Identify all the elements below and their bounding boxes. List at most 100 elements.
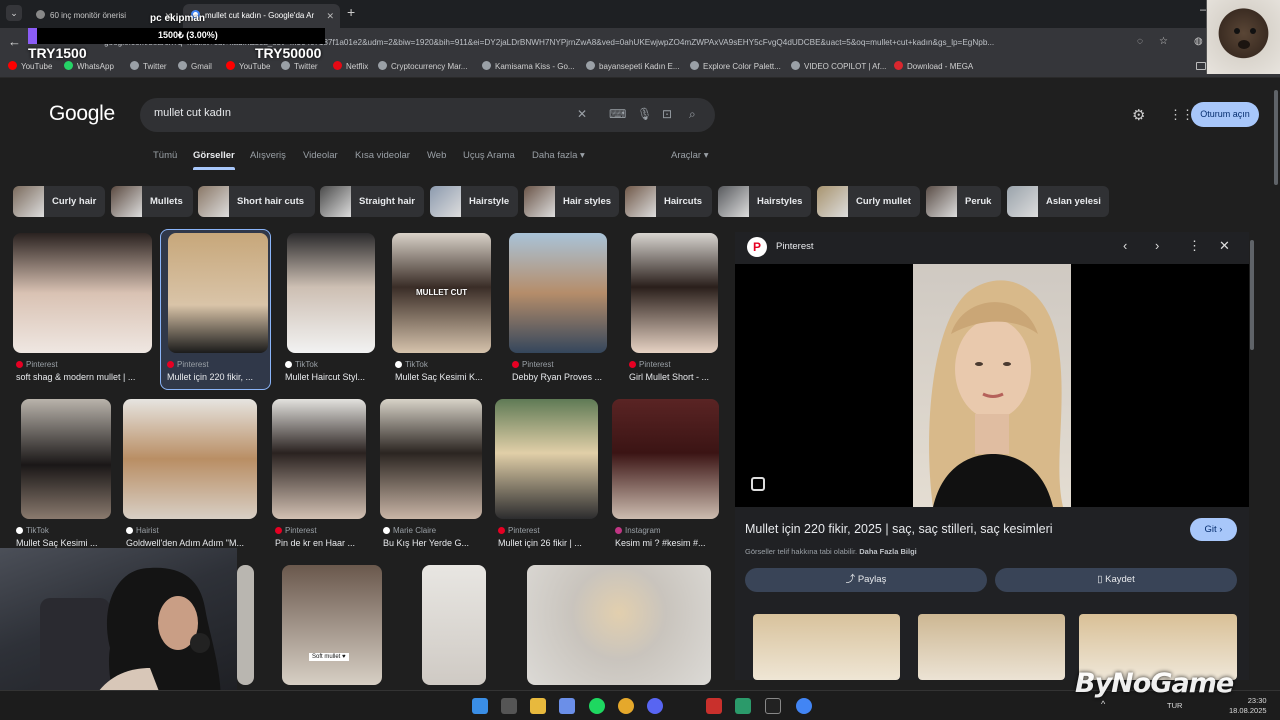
tab-web[interactable]: Web	[427, 150, 446, 161]
related-search-chip[interactable]: Aslan yelesi	[1007, 186, 1109, 217]
copilot-icon[interactable]	[559, 698, 575, 714]
visit-button[interactable]: Git ›	[1190, 518, 1237, 541]
search-input[interactable]: mullet cut kadın	[154, 107, 231, 119]
preview-title[interactable]: Mullet için 220 fikir, 2025 | saç, saç s…	[745, 522, 1053, 536]
eye-off-icon[interactable]: ◌	[1137, 36, 1143, 47]
related-search-chip[interactable]: Straight hair	[320, 186, 424, 217]
close-tab-icon[interactable]: ✕	[326, 4, 334, 28]
system-tray-chevron-icon[interactable]: ^	[1101, 699, 1105, 709]
tools-button[interactable]: Araçlar ▾	[671, 150, 709, 161]
bookmark-item[interactable]: Kamisama Kiss - Go...	[482, 60, 575, 74]
tab-flights[interactable]: Uçuş Arama	[463, 150, 515, 161]
result-thumbnail[interactable]	[612, 399, 719, 519]
bookmark-item[interactable]: VIDEO COPILOT | Af...	[791, 60, 886, 74]
related-search-chip[interactable]: Haircuts	[625, 186, 712, 217]
bookmark-item[interactable]: Gmail	[178, 60, 212, 74]
result-image[interactable]	[237, 565, 254, 685]
chrome-icon[interactable]	[618, 698, 634, 714]
tab-list-button[interactable]: ⌄	[6, 5, 22, 21]
result-caption[interactable]: Goldwell'den Adım Adım "M...	[126, 538, 262, 548]
keyboard-icon[interactable]: ⌨	[609, 107, 626, 121]
image-result[interactable]: Hairist Goldwell'den Adım Adım "M...	[123, 399, 263, 554]
close-icon[interactable]: ✕	[1219, 238, 1230, 254]
share-button[interactable]: ⤴ Paylaş	[745, 568, 987, 592]
bookmark-item[interactable]: Explore Color Palett...	[690, 60, 781, 74]
app-icon[interactable]	[735, 698, 751, 714]
related-search-chip[interactable]: Mullets	[111, 186, 193, 217]
related-search-chip[interactable]: Hairstyles	[718, 186, 811, 217]
page-scrollbar[interactable]	[1274, 90, 1278, 185]
related-search-chip[interactable]: Hairstyle	[430, 186, 518, 217]
tab-more[interactable]: Daha fazla ▾	[532, 150, 585, 161]
related-search-chip[interactable]: Hair styles	[524, 186, 619, 217]
preview-source[interactable]: Pinterest	[776, 241, 814, 252]
image-result[interactable]: Instagram Kesim mi ? #kesim #...	[612, 399, 752, 554]
back-arrow-icon[interactable]: ←	[8, 34, 21, 49]
chrome-active-icon[interactable]	[796, 698, 812, 714]
app-icon[interactable]	[706, 698, 722, 714]
google-logo[interactable]: Google	[49, 102, 115, 126]
folder-icon[interactable]	[1196, 62, 1206, 70]
result-thumbnail[interactable]	[123, 399, 257, 519]
file-explorer-icon[interactable]	[530, 698, 546, 714]
result-thumbnail[interactable]	[380, 399, 482, 519]
new-tab-button[interactable]: +	[347, 4, 355, 20]
related-search-chip[interactable]: Curly mullet	[817, 186, 920, 217]
bookmark-item[interactable]: YouTube	[226, 60, 270, 74]
preview-image[interactable]	[735, 264, 1249, 507]
result-thumbnail[interactable]	[168, 233, 268, 353]
bookmark-star-icon[interactable]: ☆	[1159, 36, 1168, 47]
related-image[interactable]	[918, 614, 1065, 680]
bookmark-item[interactable]: Netflix	[333, 60, 368, 74]
related-search-chip[interactable]: Peruk	[926, 186, 1001, 217]
obs-icon[interactable]	[765, 698, 781, 714]
microphone-icon[interactable]: 🎙	[637, 107, 652, 121]
clock[interactable]: 23:30 18.08.2025	[1229, 696, 1267, 716]
tab-videos[interactable]: Videolar	[303, 150, 338, 161]
bookmark-item[interactable]: bayansepeti Kadın E...	[586, 60, 680, 74]
result-caption[interactable]: soft shag & modern mullet | ...	[16, 372, 152, 382]
save-button[interactable]: ▯ Kaydet	[995, 568, 1237, 592]
bookmark-item[interactable]: Twitter	[281, 60, 318, 74]
tab-google-search[interactable]: mullet cut kadın - Google'da Ar ✕	[183, 4, 340, 28]
bookmark-item[interactable]: YouTube	[8, 60, 52, 74]
bookmark-item[interactable]: Twitter	[130, 60, 167, 74]
visual-search-icon[interactable]	[751, 477, 765, 491]
image-result[interactable]: Pinterest soft shag & modern mullet | ...	[13, 233, 153, 388]
search-box[interactable]: mullet cut kadın ✕ ⌨ 🎙 ⊡ ⌕	[140, 98, 715, 132]
previous-icon[interactable]: ‹	[1123, 238, 1127, 253]
bookmark-item[interactable]: Download - MEGA	[894, 60, 973, 74]
more-options-icon[interactable]: ⋮	[1188, 238, 1201, 254]
related-search-chip[interactable]: Short hair cuts	[198, 186, 315, 217]
learn-more-link[interactable]: Daha Fazla Bilgi	[859, 547, 917, 556]
discord-icon[interactable]	[647, 698, 663, 714]
sign-in-button[interactable]: Oturum açın	[1191, 102, 1259, 127]
search-icon[interactable]: ⌕	[689, 107, 696, 122]
clear-icon[interactable]: ✕	[577, 107, 587, 121]
result-thumbnail[interactable]	[287, 233, 375, 353]
language-indicator[interactable]: TUR	[1167, 701, 1182, 710]
result-caption[interactable]: Kesim mi ? #kesim #...	[615, 538, 751, 548]
result-thumbnail[interactable]	[21, 399, 111, 519]
related-search-chip[interactable]: Curly hair	[13, 186, 105, 217]
lens-icon[interactable]: ⊡	[662, 107, 672, 121]
result-thumbnail[interactable]	[272, 399, 366, 519]
tab-short-videos[interactable]: Kısa videolar	[355, 150, 410, 161]
profile-icon[interactable]: ◍	[1194, 36, 1203, 47]
result-thumbnail[interactable]	[13, 233, 152, 353]
spotify-icon[interactable]	[589, 698, 605, 714]
preview-scrollbar[interactable]	[1250, 240, 1254, 350]
result-image[interactable]	[422, 565, 486, 685]
result-image[interactable]: Soft mullet ♥	[282, 565, 382, 685]
gear-icon[interactable]: ⚙	[1132, 106, 1145, 124]
tab-images[interactable]: Görseller	[193, 150, 235, 161]
tab-all[interactable]: Tümü	[153, 150, 177, 161]
result-thumbnail[interactable]	[631, 233, 718, 353]
task-view-icon[interactable]	[501, 698, 517, 714]
result-image[interactable]	[527, 565, 711, 685]
bookmark-item[interactable]: WhatsApp	[64, 60, 114, 74]
windows-start-icon[interactable]	[472, 698, 488, 714]
result-thumbnail[interactable]	[509, 233, 607, 353]
related-image[interactable]	[753, 614, 900, 680]
bookmark-item[interactable]: Cryptocurrency Mar...	[378, 60, 467, 74]
